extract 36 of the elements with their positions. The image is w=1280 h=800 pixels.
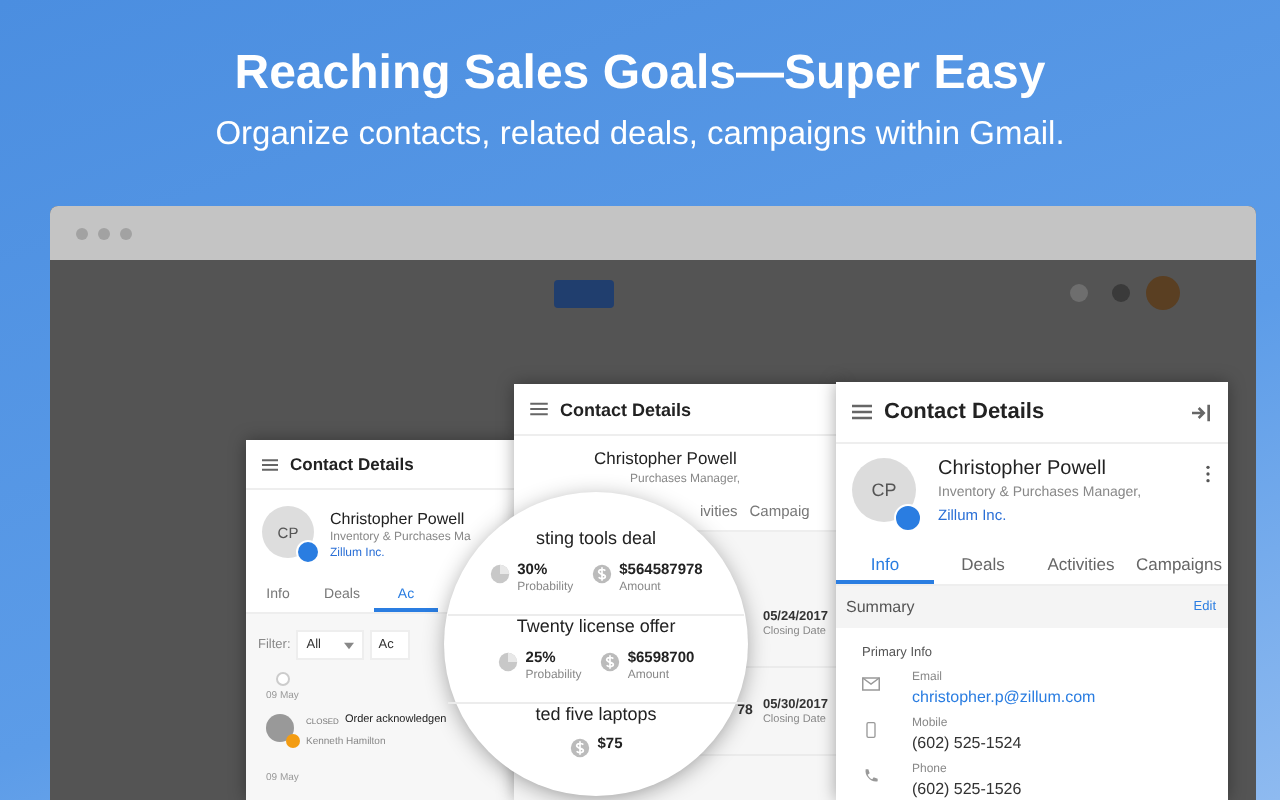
dollar-icon	[599, 652, 620, 673]
deal-name[interactable]: sting tools deal	[535, 528, 657, 548]
window-dot-icon	[120, 227, 132, 239]
mobile-phone-icon	[862, 722, 880, 738]
menu-icon[interactable]	[530, 402, 548, 416]
deal-name[interactable]: ted five laptops	[535, 704, 657, 725]
contact-name: Christopher Powell	[594, 448, 737, 468]
mail-icon	[862, 676, 880, 692]
dollar-icon	[591, 564, 612, 584]
contact-name: Christopher Powell	[938, 458, 1106, 480]
tab[interactable]: Deals	[934, 544, 1032, 584]
collapse-icon[interactable]	[1192, 403, 1212, 421]
headline: Reaching Sales Goals—Super Easy	[234, 44, 1046, 104]
phone-icon	[862, 768, 880, 784]
menu-icon[interactable]	[852, 404, 872, 420]
subheadline: Organize contacts, related deals, campaigns within Gmail.	[215, 114, 1065, 156]
panel-title: Contact Details	[290, 454, 414, 474]
phone-number: (602) 525-1524	[912, 734, 1022, 752]
dollar-icon	[569, 738, 590, 759]
panel-title: Contact Details	[884, 400, 1047, 424]
panel-title: Contact Details	[560, 399, 692, 419]
phone-number: (602) 525-1526	[912, 780, 1022, 798]
tab[interactable]: Activities	[1032, 544, 1130, 584]
contact-name: Christopher Powell	[330, 510, 465, 528]
email-link[interactable]: christopher.p@zillum.com	[912, 688, 1096, 706]
window-dot-icon	[76, 227, 88, 239]
caret-icon	[344, 641, 355, 649]
window-dot-icon	[98, 227, 110, 239]
menu-icon[interactable]	[262, 457, 278, 471]
pie-chart-icon	[489, 564, 510, 584]
tab[interactable]: Campaigns	[1130, 544, 1228, 584]
section-title: Summary	[846, 598, 915, 616]
more-icon[interactable]	[1204, 464, 1212, 484]
timeline-dot-icon	[276, 672, 290, 686]
pie-chart-icon	[497, 652, 518, 673]
deal-name[interactable]: Twenty license offer	[516, 616, 676, 637]
